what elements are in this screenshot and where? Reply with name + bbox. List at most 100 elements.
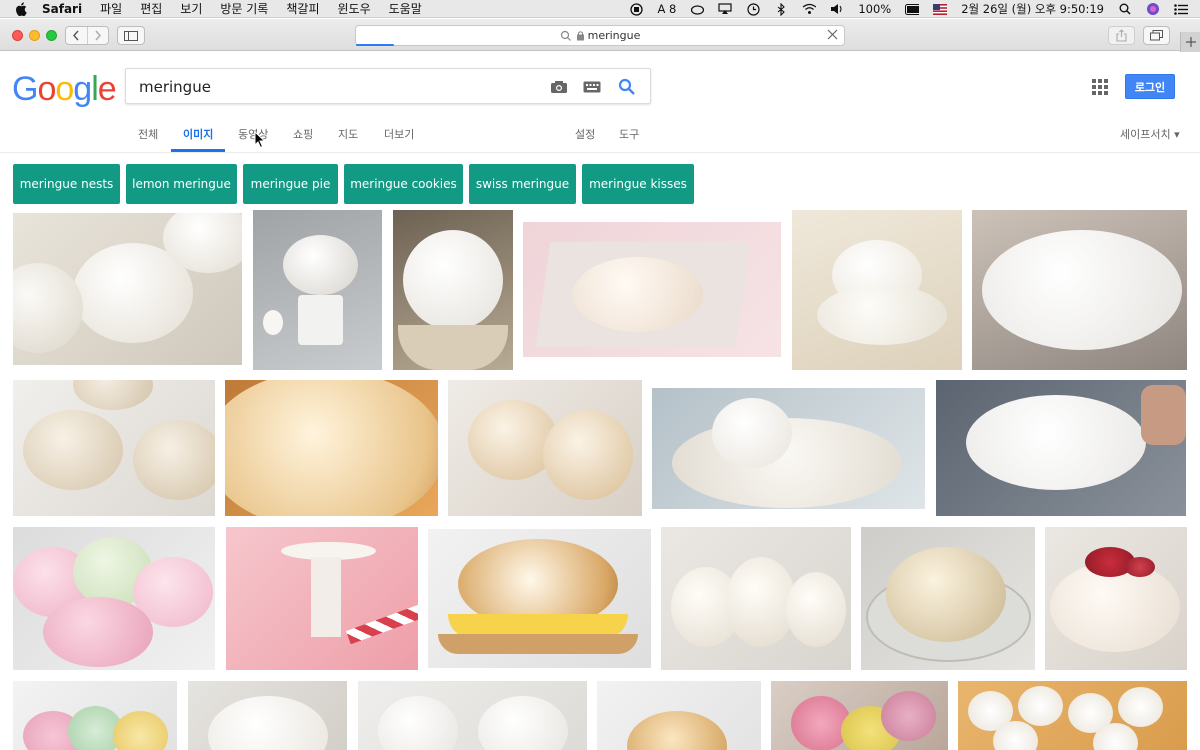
menu-window[interactable]: 윈도우: [337, 0, 370, 18]
menu-bookmarks[interactable]: 책갈피: [286, 0, 319, 18]
mouse-cursor-icon: [254, 131, 266, 149]
logo-letter: g: [73, 70, 92, 108]
show-all-tabs-button[interactable]: [1143, 26, 1170, 45]
tab-all[interactable]: 전체: [138, 126, 158, 142]
notification-center-icon[interactable]: [1174, 2, 1188, 16]
apps-grid-icon[interactable]: [1092, 79, 1108, 95]
image-result[interactable]: [13, 681, 177, 750]
image-result[interactable]: [792, 210, 962, 370]
battery-icon[interactable]: [905, 2, 920, 16]
new-tab-button[interactable]: [1180, 32, 1200, 52]
sidebar-toggle-button[interactable]: [117, 26, 145, 45]
menu-edit[interactable]: 편집: [140, 0, 162, 18]
search-box[interactable]: meringue: [125, 68, 651, 104]
image-result[interactable]: [958, 681, 1187, 750]
google-logo[interactable]: Google: [12, 70, 117, 109]
address-text: meringue: [587, 29, 641, 42]
tab-images[interactable]: 이미지: [183, 126, 213, 142]
zoom-window-button[interactable]: [46, 30, 57, 41]
logo-letter: o: [37, 70, 56, 108]
tab-maps[interactable]: 지도: [338, 126, 358, 142]
login-button[interactable]: 로그인: [1125, 74, 1175, 99]
image-result[interactable]: [523, 222, 781, 357]
chip-meringue-nests[interactable]: meringue nests: [13, 164, 120, 204]
logo-letter: o: [55, 70, 74, 108]
stop-loading-button[interactable]: [827, 29, 838, 43]
image-result[interactable]: [1045, 527, 1187, 670]
history-nav: [65, 26, 109, 45]
search-tabs: 전체 이미지 동영상 쇼핑 지도 더보기 설정 도구 세이프서치 ▾: [0, 118, 1200, 153]
share-icon: [1116, 29, 1127, 42]
share-button[interactable]: [1108, 26, 1135, 45]
address-bar[interactable]: meringue: [355, 25, 845, 46]
menu-help[interactable]: 도움말: [389, 0, 422, 18]
camera-icon[interactable]: [549, 77, 569, 97]
bluetooth-icon[interactable]: [774, 2, 788, 16]
image-result[interactable]: [226, 527, 418, 670]
time-machine-icon[interactable]: [746, 2, 760, 16]
image-result[interactable]: [771, 681, 948, 750]
plus-icon: [1185, 37, 1196, 47]
cloud-icon[interactable]: [690, 2, 705, 16]
search-input[interactable]: meringue: [139, 78, 211, 96]
menu-file[interactable]: 파일: [100, 0, 122, 18]
close-icon: [827, 29, 838, 40]
wifi-icon[interactable]: [802, 2, 817, 16]
image-result[interactable]: [225, 380, 438, 516]
search-icon: [618, 78, 635, 95]
menu-view[interactable]: 보기: [180, 0, 202, 18]
volume-icon[interactable]: [830, 2, 844, 16]
chip-lemon-meringue[interactable]: lemon meringue: [126, 164, 237, 204]
chevron-right-icon: [95, 30, 101, 41]
close-window-button[interactable]: [12, 30, 23, 41]
record-icon[interactable]: [629, 2, 643, 16]
search-button[interactable]: [617, 77, 637, 97]
image-result[interactable]: [448, 380, 642, 516]
us-flag-icon[interactable]: [933, 2, 948, 16]
safari-toolbar: meringue: [0, 19, 1200, 51]
sidebar-icon: [124, 30, 138, 41]
image-result[interactable]: [358, 681, 587, 750]
chip-meringue-kisses[interactable]: meringue kisses: [582, 164, 694, 204]
battery-percent: 100%: [858, 2, 892, 16]
tab-shopping[interactable]: 쇼핑: [293, 126, 313, 142]
chip-meringue-cookies[interactable]: meringue cookies: [344, 164, 463, 204]
image-result[interactable]: [936, 380, 1186, 516]
chip-swiss-meringue[interactable]: swiss meringue: [469, 164, 576, 204]
image-result[interactable]: [652, 388, 925, 509]
image-result[interactable]: [661, 527, 851, 670]
minimize-window-button[interactable]: [29, 30, 40, 41]
tab-settings[interactable]: 설정: [575, 126, 595, 142]
chip-meringue-pie[interactable]: meringue pie: [243, 164, 338, 204]
menu-history[interactable]: 방문 기록: [220, 0, 268, 18]
forward-button[interactable]: [86, 27, 109, 44]
image-result[interactable]: [861, 527, 1035, 670]
tabs-icon: [1150, 30, 1163, 41]
image-result[interactable]: [13, 380, 215, 516]
menu-safari[interactable]: Safari: [42, 0, 82, 18]
logo-letter: e: [97, 70, 117, 108]
siri-icon[interactable]: [1146, 2, 1160, 16]
airplay-icon[interactable]: [718, 2, 732, 16]
active-tab-indicator: [171, 149, 225, 152]
image-result[interactable]: [972, 210, 1187, 370]
back-button[interactable]: [66, 27, 87, 44]
image-result[interactable]: [13, 213, 242, 365]
tab-more[interactable]: 더보기: [384, 126, 414, 142]
logo-letter: G: [12, 70, 38, 108]
chevron-left-icon: [73, 30, 79, 41]
image-result[interactable]: [13, 527, 215, 670]
spotlight-icon[interactable]: [1118, 2, 1132, 16]
image-result[interactable]: [393, 210, 513, 370]
keyboard-icon[interactable]: [582, 77, 602, 97]
image-result[interactable]: [253, 210, 382, 370]
adobe-status[interactable]: A 8: [657, 2, 676, 16]
macos-menubar: Safari 파일 편집 보기 방문 기록 책갈피 윈도우 도움말 A 8 10…: [0, 0, 1200, 18]
tab-tools[interactable]: 도구: [619, 126, 639, 142]
image-result[interactable]: [188, 681, 347, 750]
image-result[interactable]: [597, 681, 761, 750]
safesearch-dropdown[interactable]: 세이프서치 ▾: [1120, 126, 1180, 142]
image-result[interactable]: [428, 529, 651, 668]
apple-icon[interactable]: [14, 1, 28, 16]
clock[interactable]: 2월 26일 (월) 오후 9:50:19: [961, 1, 1104, 17]
